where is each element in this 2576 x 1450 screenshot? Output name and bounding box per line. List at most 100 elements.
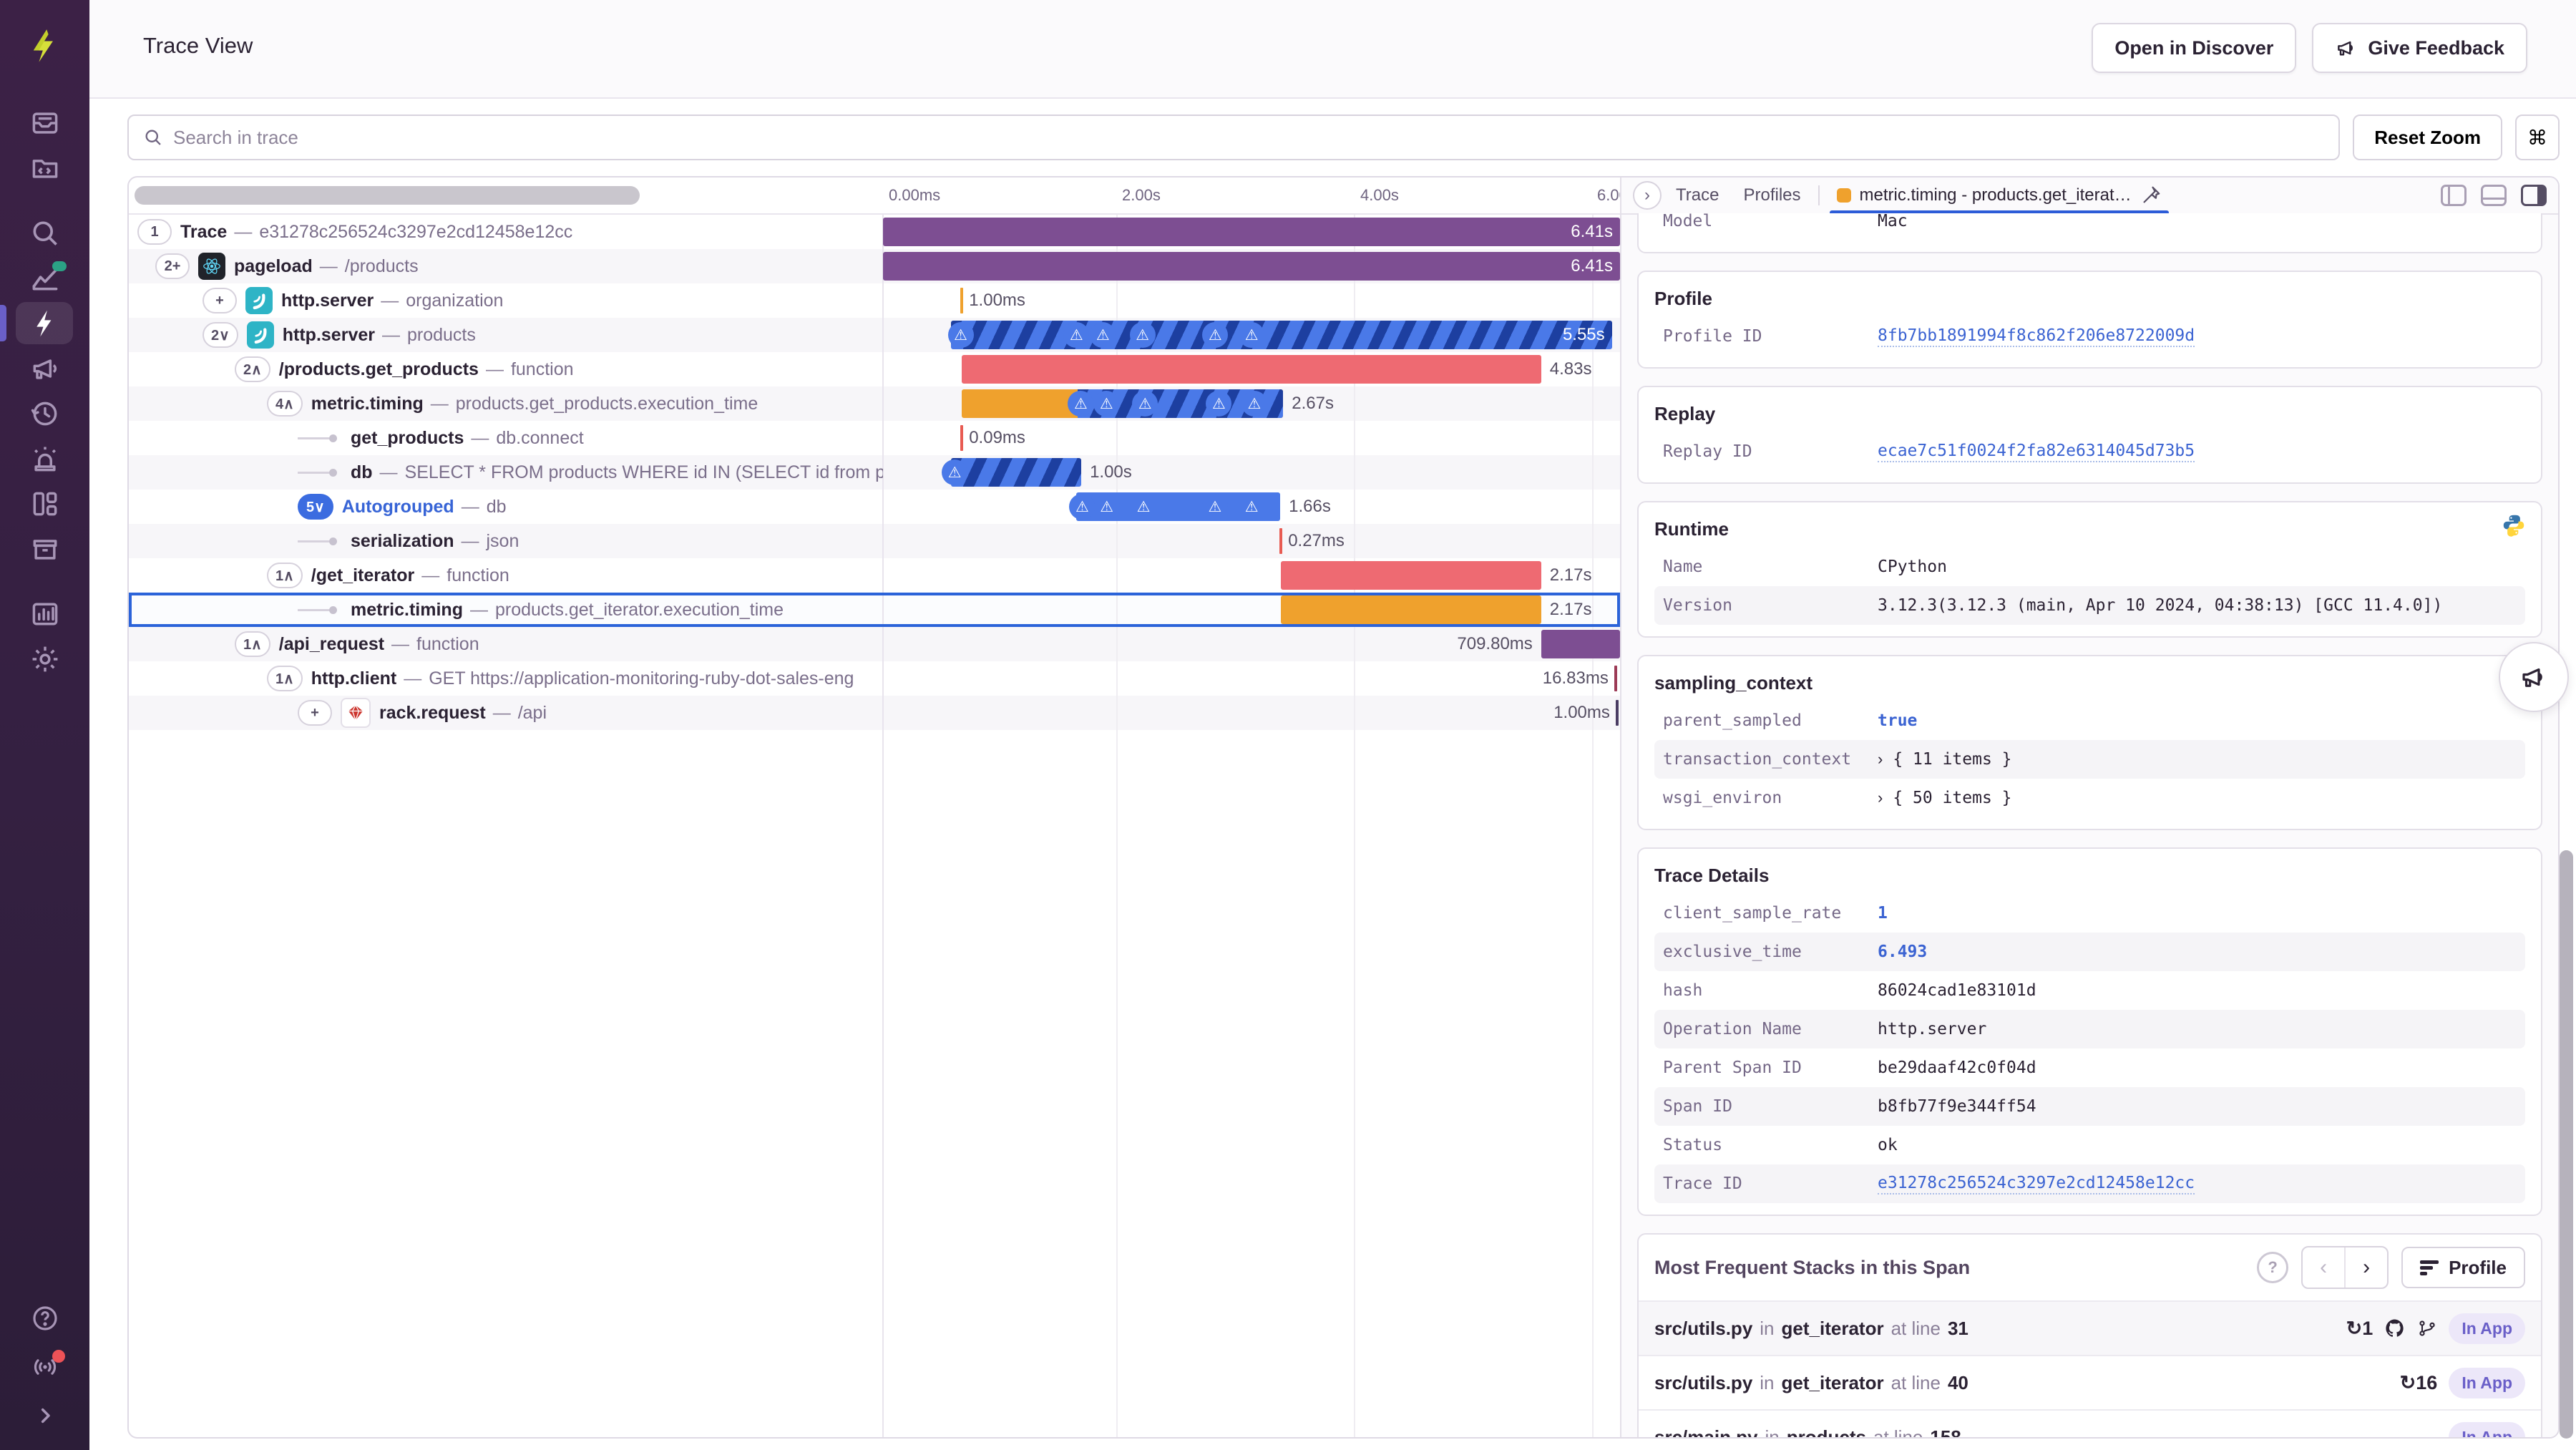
- trace-span-row[interactable]: serialization — json 0.27ms: [129, 524, 1620, 558]
- warning-icon[interactable]: ⚠: [947, 322, 974, 348]
- expand-chevron-icon[interactable]: ›: [1878, 750, 1883, 769]
- trace-span-row[interactable]: 5∨ Autogrouped — db ⚠ ⚠ ⚠ ⚠ ⚠ 1.66s: [129, 490, 1620, 524]
- drawer-collapse-button[interactable]: ›: [1633, 181, 1662, 210]
- span-children-badge[interactable]: 1∧: [267, 563, 303, 588]
- trace-span-row[interactable]: 2∧ /products.get_products — function 4.83s: [129, 352, 1620, 386]
- duration-tick[interactable]: [1614, 666, 1617, 691]
- trace-span-row[interactable]: 1∧ /api_request — function 709.80ms: [129, 627, 1620, 661]
- trace-span-row[interactable]: + rack.request — /api 1.00ms: [129, 696, 1620, 730]
- warning-icon[interactable]: ⚠: [942, 459, 968, 485]
- duration-bar[interactable]: [1541, 630, 1620, 658]
- trace-span-row[interactable]: metric.timing — products.get_iterator.exec…: [129, 593, 1620, 627]
- duration-bar[interactable]: ⚠ ⚠ ⚠ ⚠ ⚠ ⚠ 5.55s: [947, 321, 1612, 349]
- trace-span-row[interactable]: 1 Trace — e31278c256524c3297e2cd12458e12cc 6…: [129, 215, 1620, 249]
- stack-frame-row[interactable]: src/utils.py in get_iterator at line 40 ↻16 In…: [1639, 1355, 2541, 1409]
- shortcut-button[interactable]: ⌘: [2515, 115, 2560, 160]
- sidebar-item-dashboards[interactable]: [0, 481, 89, 526]
- trace-span-row[interactable]: 2+ pageload — /products 6.41s: [129, 249, 1620, 283]
- warning-icon[interactable]: ⚠: [1129, 322, 1156, 348]
- sidebar-item-whats-new[interactable]: [0, 1344, 89, 1387]
- warning-icon[interactable]: ⚠: [1239, 494, 1265, 520]
- span-children-badge[interactable]: 2∧: [235, 356, 270, 382]
- span-children-badge[interactable]: +: [203, 288, 237, 313]
- warning-icon[interactable]: ⚠: [1241, 391, 1267, 417]
- trace-span-row[interactable]: 2∨ http.server — products ⚠ ⚠ ⚠ ⚠ ⚠ ⚠ 5.55s: [129, 318, 1620, 352]
- trace-span-row[interactable]: db — SELECT * FROM products WHERE id IN (S…: [129, 455, 1620, 490]
- kv-value-link[interactable]: e31278c256524c3297e2cd12458e12cc: [1878, 1174, 2195, 1194]
- layout-dock-bottom-button[interactable]: [2481, 185, 2507, 206]
- kv-value-link[interactable]: 8fb7bb1891994f8c862f206e8722009d: [1878, 326, 2195, 347]
- warning-icon[interactable]: ⚠: [1201, 494, 1228, 520]
- stack-frame-row[interactable]: src/utils.py in get_iterator at line 31 ↻1 In …: [1639, 1300, 2541, 1355]
- warning-icon[interactable]: ⚠: [1069, 494, 1096, 520]
- tab-span-active[interactable]: metric.timing - products.get_iterat…: [1827, 177, 2172, 215]
- trace-span-row[interactable]: 1∧ /get_iterator — function 2.17s: [129, 558, 1620, 593]
- sidebar-item-performance[interactable]: [0, 301, 89, 346]
- span-children-badge[interactable]: 2∨: [203, 322, 238, 348]
- trace-span-row[interactable]: + http.server — organization 1.00ms: [129, 283, 1620, 318]
- kv-value[interactable]: { 11 items }: [1893, 750, 2011, 769]
- duration-bar[interactable]: 6.41s: [883, 252, 1620, 281]
- search-input[interactable]: Search in trace: [127, 115, 2341, 160]
- warning-icon[interactable]: ⚠: [1239, 322, 1265, 348]
- git-branch-icon[interactable]: [2417, 1318, 2437, 1338]
- duration-bar[interactable]: [1281, 595, 1541, 624]
- sidebar-item-alerts[interactable]: [0, 436, 89, 481]
- help-icon[interactable]: ?: [2257, 1252, 2289, 1283]
- floating-feedback-button[interactable]: [2499, 642, 2569, 712]
- warning-icon[interactable]: ⚠: [1093, 391, 1120, 417]
- span-children-badge[interactable]: +: [298, 700, 332, 726]
- duration-bar[interactable]: ⚠: [942, 458, 1082, 487]
- duration-bar[interactable]: 6.41s: [883, 218, 1620, 246]
- sidebar-item-issues[interactable]: [0, 100, 89, 145]
- sidebar-item-replays[interactable]: [0, 391, 89, 436]
- vertical-scrollbar[interactable]: [2560, 850, 2573, 1439]
- layout-dock-left-button[interactable]: [2441, 185, 2467, 206]
- sidebar-item-stats[interactable]: [0, 591, 89, 636]
- duration-tick[interactable]: [1615, 700, 1619, 726]
- span-children-badge[interactable]: 1∧: [267, 666, 303, 691]
- kv-value-link[interactable]: ecae7c51f0024f2fa82e6314045d73b5: [1878, 442, 2195, 462]
- sidebar-item-releases[interactable]: [0, 526, 89, 571]
- warning-icon[interactable]: ⚠: [1063, 322, 1090, 348]
- trace-span-row[interactable]: 1∧ http.client — GET https://application-mo…: [129, 661, 1620, 696]
- duration-bar[interactable]: [962, 355, 1541, 384]
- span-children-badge[interactable]: 4∧: [267, 391, 303, 417]
- layout-dock-right-button[interactable]: [2521, 185, 2547, 206]
- duration-bar[interactable]: ⚠ ⚠ ⚠ ⚠ ⚠: [1069, 492, 1281, 521]
- give-feedback-button[interactable]: Give Feedback: [2312, 23, 2527, 73]
- stack-frame-row[interactable]: src/main.py in products at line 158 In App: [1639, 1409, 2541, 1437]
- warning-icon[interactable]: ⚠: [1206, 391, 1232, 417]
- duration-tick[interactable]: [1279, 528, 1283, 554]
- sidebar-item-explore[interactable]: [0, 210, 89, 256]
- pager-next-button[interactable]: ›: [2344, 1247, 2387, 1288]
- pin-icon[interactable]: [2140, 185, 2162, 206]
- duration-tick[interactable]: [960, 425, 964, 451]
- sentry-logo[interactable]: [20, 21, 69, 70]
- sidebar-item-insights[interactable]: [0, 256, 89, 301]
- expand-chevron-icon[interactable]: ›: [1878, 789, 1883, 807]
- sidebar-item-feedback[interactable]: [0, 346, 89, 391]
- tab-profiles[interactable]: Profiles: [1733, 177, 1810, 213]
- warning-icon[interactable]: ⚠: [1132, 391, 1158, 417]
- profile-button[interactable]: Profile: [2401, 1247, 2525, 1288]
- warning-icon[interactable]: ⚠: [1093, 494, 1120, 520]
- span-children-badge[interactable]: 1: [137, 219, 172, 245]
- reset-zoom-button[interactable]: Reset Zoom: [2353, 115, 2502, 160]
- span-children-badge[interactable]: 2+: [155, 253, 190, 279]
- trace-span-row[interactable]: get_products — db.connect 0.09ms: [129, 421, 1620, 455]
- github-icon[interactable]: [2384, 1318, 2406, 1339]
- horizontal-scrollbar[interactable]: [135, 186, 640, 205]
- open-in-discover-button[interactable]: Open in Discover: [2092, 23, 2297, 73]
- warning-icon[interactable]: ⚠: [1202, 322, 1229, 348]
- duration-tick[interactable]: [960, 288, 964, 313]
- warning-icon[interactable]: ⚠: [1068, 391, 1094, 417]
- sidebar-item-settings[interactable]: [0, 636, 89, 681]
- trace-span-row[interactable]: 4∧ metric.timing — products.get_products.ex…: [129, 386, 1620, 421]
- span-children-badge[interactable]: 5∨: [298, 494, 333, 520]
- kv-value[interactable]: { 50 items }: [1893, 789, 2011, 807]
- span-children-badge[interactable]: 1∧: [235, 631, 270, 657]
- duration-bar[interactable]: [1281, 561, 1541, 590]
- pager-prev-button[interactable]: ‹: [2303, 1247, 2344, 1288]
- sidebar-item-expand[interactable]: [0, 1393, 89, 1436]
